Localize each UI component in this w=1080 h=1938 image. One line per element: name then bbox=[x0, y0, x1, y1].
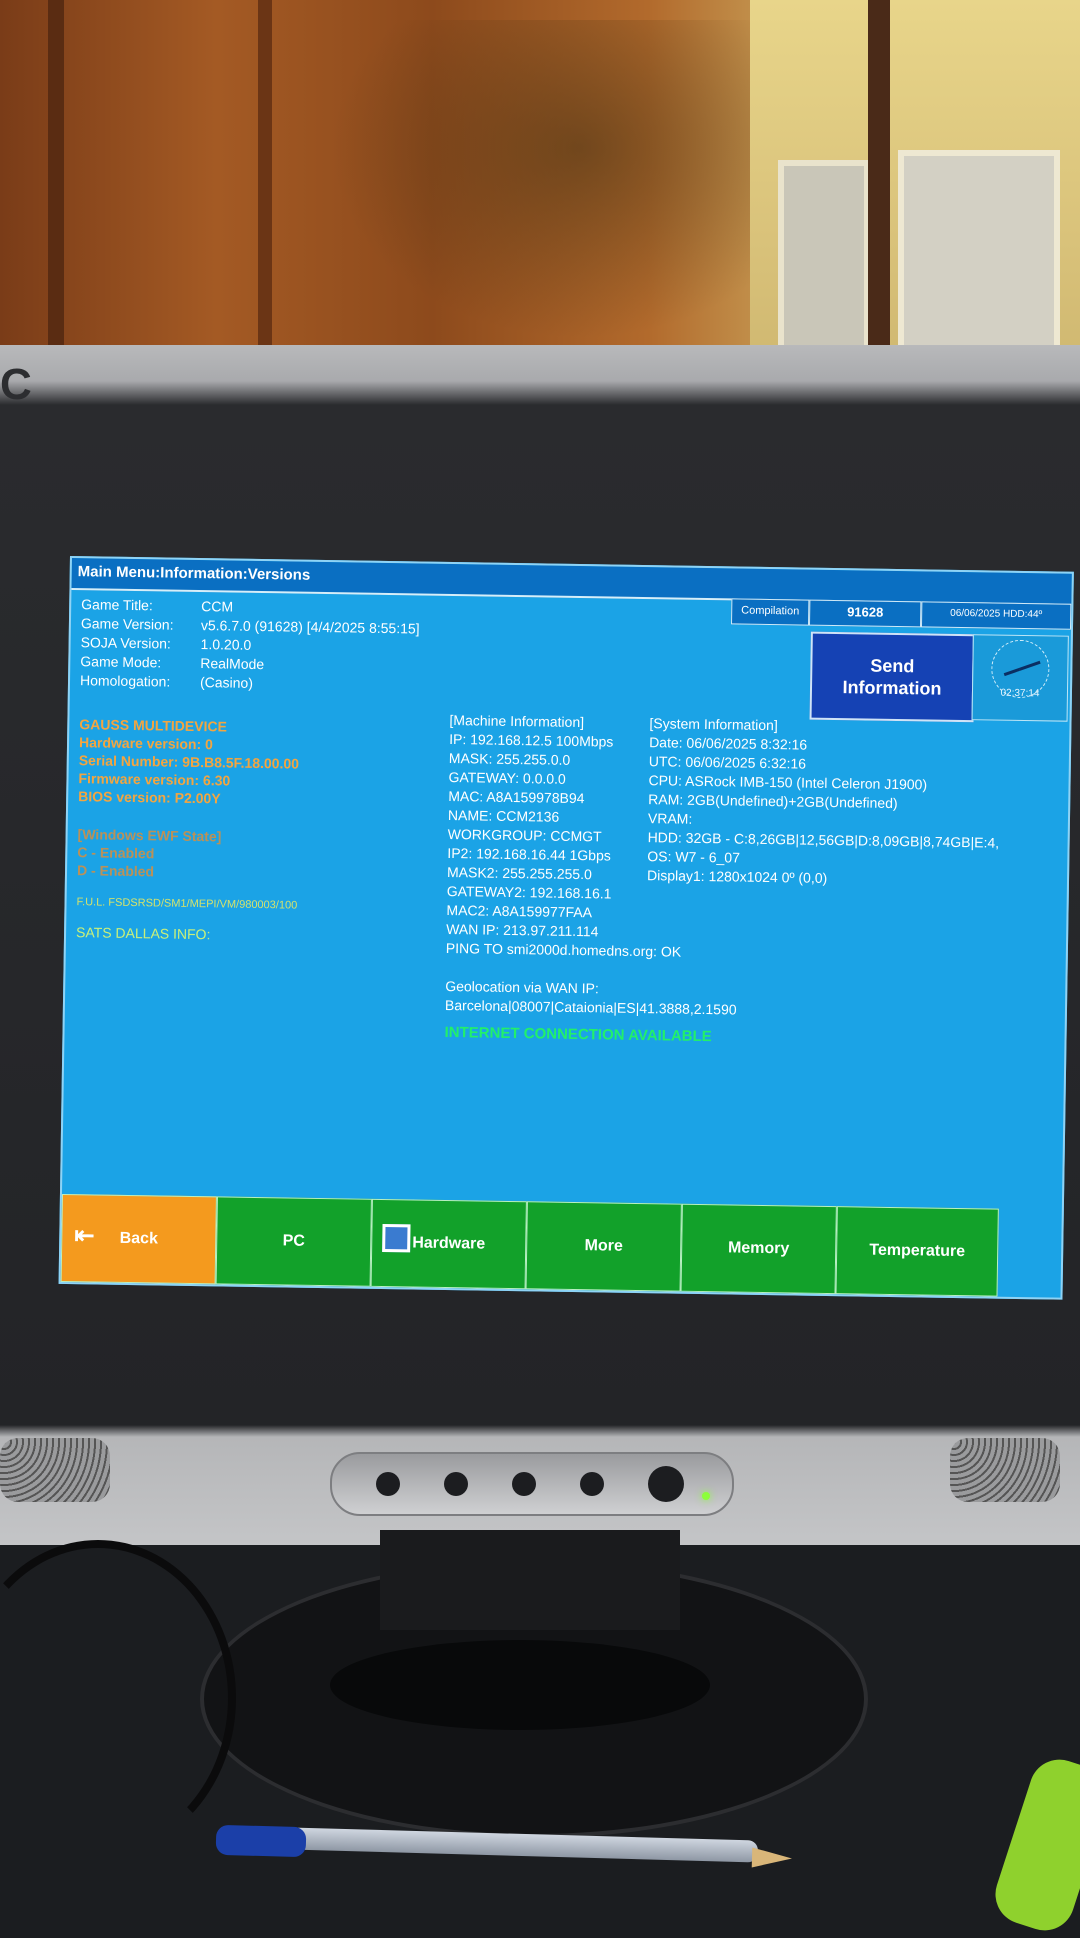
page-title: Main Menu:Information:Versions bbox=[77, 563, 311, 584]
compilation-value: 91628 bbox=[808, 599, 922, 628]
ewf-state-header: [Windows EWF State] bbox=[77, 826, 222, 845]
game-mode-label: Game Mode: bbox=[80, 653, 162, 671]
more-button[interactable]: More bbox=[525, 1201, 682, 1292]
mask-value: MASK: 255.255.0.0 bbox=[448, 749, 571, 768]
sats-dallas-info: SATS DALLAS INFO: bbox=[75, 924, 211, 943]
pen-cap bbox=[215, 1824, 307, 1858]
back-label: Back bbox=[119, 1229, 159, 1248]
mask2-value: MASK2: 255.255.255.0 bbox=[446, 863, 592, 883]
monitor-button[interactable] bbox=[580, 1472, 604, 1496]
stand-cutout bbox=[330, 1640, 710, 1730]
checkbox-icon bbox=[382, 1223, 411, 1253]
speaker-left bbox=[0, 1438, 110, 1502]
mac2-value: MAC2: A8A159977FAA bbox=[446, 901, 593, 921]
serial-number: Serial Number: 9B.B8.5F.18.00.00 bbox=[78, 752, 300, 772]
bios-version: BIOS version: P2.00Y bbox=[78, 788, 221, 807]
ewf-drive-d: D - Enabled bbox=[76, 862, 155, 880]
homologation-value: (Casino) bbox=[199, 674, 254, 691]
screen: Main Menu:Information:Versions Compilati… bbox=[58, 556, 1074, 1300]
pc-label: PC bbox=[282, 1232, 306, 1250]
date-value: Date: 06/06/2025 8:32:16 bbox=[649, 734, 808, 753]
green-tool bbox=[987, 1751, 1080, 1938]
monitor-button[interactable] bbox=[444, 1472, 468, 1496]
vram-value: VRAM: bbox=[647, 810, 693, 827]
connection-status: INTERNET CONNECTION AVAILABLE bbox=[444, 1023, 712, 1046]
device-name: GAUSS MULTIDEVICE bbox=[79, 716, 227, 735]
workgroup-value: WORKGROUP: CCMGT bbox=[447, 825, 602, 845]
compilation-label: Compilation bbox=[731, 598, 810, 626]
memory-label: Memory bbox=[727, 1239, 790, 1258]
geolocation-label: Geolocation via WAN IP: bbox=[445, 977, 599, 997]
geolocation-value: Barcelona|08007|Cataionia|ES|41.3888,2.1… bbox=[444, 996, 737, 1018]
game-title-label: Game Title: bbox=[81, 596, 153, 614]
back-button[interactable]: ⇤ Back bbox=[60, 1193, 217, 1285]
temperature-label: Temperature bbox=[869, 1241, 966, 1261]
hardware-button[interactable]: Hardware bbox=[370, 1198, 527, 1290]
send-information-label: Send Information bbox=[842, 655, 942, 699]
homologation-label: Homologation: bbox=[79, 672, 171, 690]
memory-button[interactable]: Memory bbox=[680, 1203, 837, 1295]
hardware-version: Hardware version: 0 bbox=[78, 734, 214, 753]
mac-value: MAC: A8A159978B94 bbox=[448, 787, 585, 807]
game-version-label: Game Version: bbox=[80, 615, 174, 633]
soja-version-label: SOJA Version: bbox=[80, 634, 172, 652]
gateway-value: GATEWAY: 0.0.0.0 bbox=[448, 768, 566, 787]
os-value: OS: W7 - 6_07 bbox=[647, 848, 741, 866]
monitor-button[interactable] bbox=[512, 1472, 536, 1496]
power-button[interactable] bbox=[648, 1466, 684, 1502]
name-value: NAME: CCM2136 bbox=[447, 806, 560, 825]
hardware-label: Hardware bbox=[412, 1234, 486, 1253]
cable bbox=[0, 1540, 236, 1856]
status-date: 06/06/2025 HDD:44º bbox=[920, 601, 1072, 630]
window-post bbox=[48, 0, 64, 360]
ram-value: RAM: 2GB(Undefined)+2GB(Undefined) bbox=[648, 791, 898, 812]
hdd-value: HDD: 32GB - C:8,26GB|12,56GB|D:8,09GB|8,… bbox=[647, 829, 1000, 851]
gateway2-value: GATEWAY2: 192.168.16.1 bbox=[446, 882, 612, 902]
background-window bbox=[0, 0, 1080, 400]
ping-status: PING TO smi2000d.homedns.org: OK bbox=[445, 939, 682, 960]
window-post bbox=[258, 0, 272, 360]
firmware-version: Firmware version: 6.30 bbox=[78, 770, 231, 789]
soja-version-value: 1.0.20.0 bbox=[200, 636, 252, 653]
pen-tip bbox=[751, 1847, 793, 1869]
faint-info-line: F.U.L. FSDSRSD/SM1/MEPI/VM/980003/100 bbox=[76, 896, 298, 912]
send-information-button[interactable]: Send Information bbox=[809, 631, 975, 723]
temperature-button[interactable]: Temperature bbox=[835, 1206, 999, 1297]
game-title-value: CCM bbox=[201, 598, 234, 615]
pc-button[interactable]: PC bbox=[215, 1196, 372, 1287]
clock-widget: 02:37:14 bbox=[971, 634, 1069, 722]
speaker-right bbox=[950, 1438, 1060, 1502]
monitor-button[interactable] bbox=[376, 1472, 400, 1496]
game-version-value: v5.6.7.0 (91628) [4/4/2025 8:55:15] bbox=[200, 617, 420, 637]
clock-time: 02:37:14 bbox=[1000, 687, 1040, 700]
ip2-value: IP2: 192.168.16.44 1Gbps bbox=[447, 844, 611, 864]
power-led bbox=[702, 1492, 710, 1500]
wan-ip-value: WAN IP: 213.97.211.114 bbox=[446, 920, 599, 940]
exit-icon: ⇤ bbox=[74, 1222, 95, 1250]
display-value: Display1: 1280x1024 0º (0,0) bbox=[646, 867, 828, 886]
ewf-drive-c: C - Enabled bbox=[77, 844, 155, 862]
system-info-header: [System Information] bbox=[649, 715, 778, 734]
cpu-value: CPU: ASRock IMB-150 (Intel Celeron J1900… bbox=[648, 772, 928, 793]
monitor-control-bar bbox=[330, 1452, 734, 1516]
game-mode-value: RealMode bbox=[200, 655, 265, 673]
bottom-nav: ⇤ Back PC Hardware More Memory Temperatu… bbox=[60, 1193, 1062, 1298]
monitor-brand: C bbox=[0, 360, 32, 409]
machine-info-header: [Machine Information] bbox=[449, 711, 585, 731]
ip-value: IP: 192.168.12.5 100Mbps bbox=[449, 730, 614, 750]
utc-value: UTC: 06/06/2025 6:32:16 bbox=[648, 753, 807, 772]
monitor-stand-neck bbox=[380, 1530, 680, 1630]
more-label: More bbox=[584, 1237, 623, 1255]
pole bbox=[868, 0, 890, 390]
